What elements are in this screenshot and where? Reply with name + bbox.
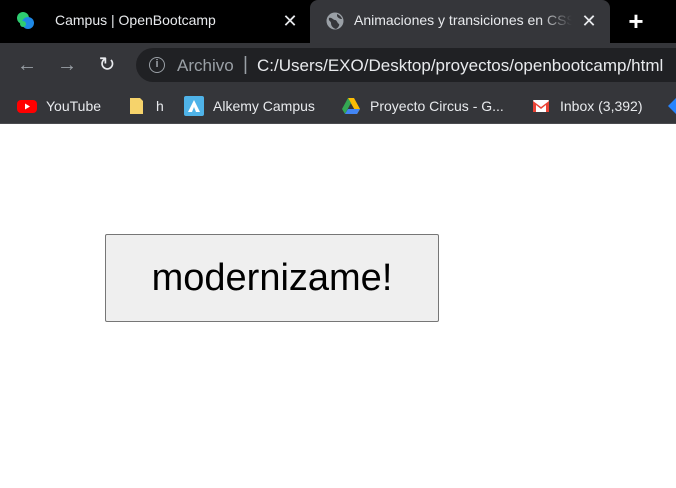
new-tab-button[interactable]: +: [624, 8, 648, 34]
openbootcamp-logo-icon: [17, 12, 34, 29]
address-separator: |: [243, 54, 248, 75]
bookmark-label: YouTube: [46, 98, 102, 114]
folder-icon: [130, 98, 143, 114]
bookmark-overflow[interactable]: [666, 96, 676, 116]
google-drive-icon: [342, 98, 360, 114]
bookmark-gmail-inbox[interactable]: Inbox (3,392): [531, 96, 643, 116]
gmail-icon: [533, 100, 549, 112]
tab-campus-openbootcamp[interactable]: Campus | OpenBootcamp ✕: [0, 0, 310, 43]
back-arrow-icon[interactable]: ←: [16, 54, 38, 76]
close-tab-icon[interactable]: ✕: [579, 11, 599, 31]
tab-strip: Campus | OpenBootcamp ✕ Animaciones y tr…: [0, 0, 676, 43]
bookmark-youtube[interactable]: YouTube: [17, 96, 101, 116]
tab-animaciones[interactable]: Animaciones y transiciones en CSS ✕: [310, 0, 610, 43]
bookmark-label: h: [156, 98, 164, 114]
bookmark-label: Alkemy Campus: [213, 98, 315, 114]
tab-title: Campus | OpenBootcamp: [55, 12, 216, 28]
bookmark-alkemy-campus[interactable]: Alkemy Campus: [184, 96, 315, 116]
modernizame-button[interactable]: modernizame!: [105, 234, 439, 322]
close-tab-icon[interactable]: ✕: [280, 11, 300, 31]
security-label: Archivo: [177, 56, 234, 75]
bookmarks-bar: YouTube h Alkemy Campus Proyecto Circus …: [0, 87, 676, 124]
address-bar[interactable]: i Archivo | C:/Users/EXO/Desktop/proyect…: [136, 48, 676, 82]
jira-icon: [668, 98, 676, 114]
bookmark-label: Inbox (3,392): [560, 98, 643, 114]
site-info-icon[interactable]: i: [149, 57, 165, 73]
bookmark-proyecto-circus[interactable]: Proyecto Circus - G...: [341, 96, 504, 116]
forward-arrow-icon[interactable]: →: [56, 54, 78, 76]
browser-toolbar: ← → ↻ i Archivo | C:/Users/EXO/Desktop/p…: [0, 43, 676, 87]
url-text[interactable]: C:/Users/EXO/Desktop/proyectos/openbootc…: [257, 56, 663, 76]
bookmark-label: Proyecto Circus - G...: [370, 98, 504, 114]
youtube-icon: [17, 100, 37, 113]
bookmark-folder-h[interactable]: h: [127, 96, 164, 116]
reload-icon[interactable]: ↻: [96, 54, 118, 76]
page-viewport: modernizame!: [0, 125, 676, 488]
globe-icon: [326, 12, 344, 30]
alkemy-icon: [184, 96, 204, 116]
tab-title: Animaciones y transiciones en CSS: [354, 12, 572, 28]
